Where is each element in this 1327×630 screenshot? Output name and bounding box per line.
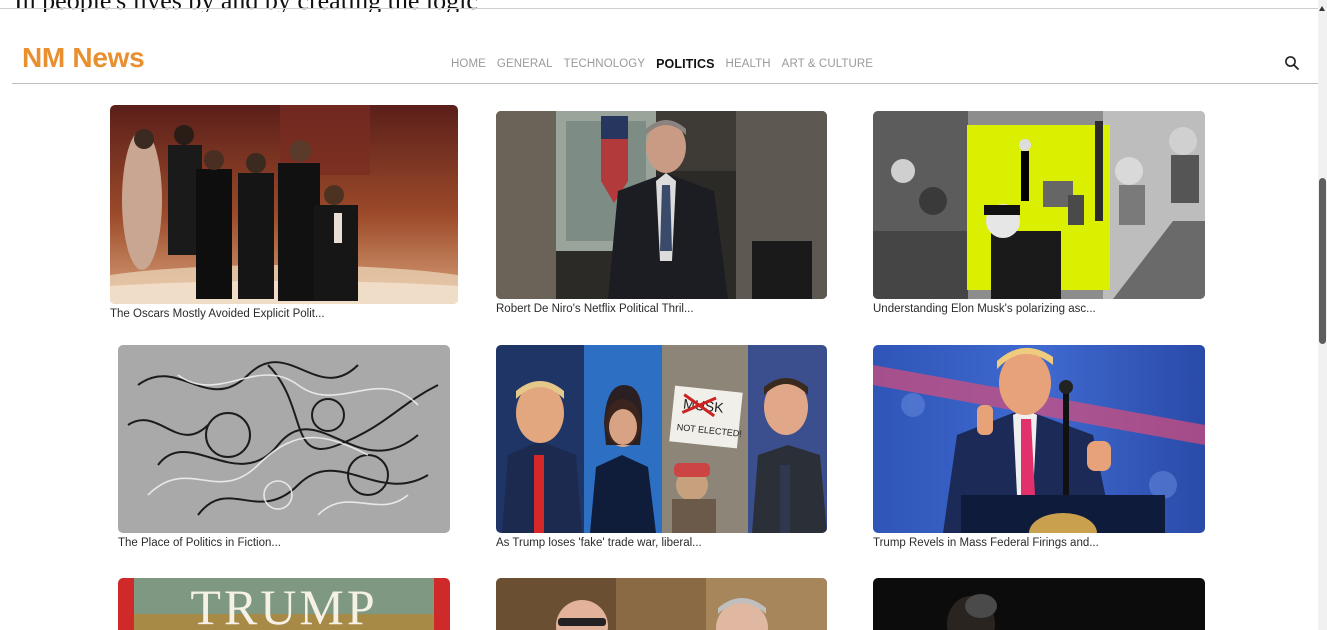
nav-health[interactable]: HEALTH	[726, 58, 771, 71]
article-thumbnail[interactable]	[496, 578, 827, 630]
article-title[interactable]: Trump Revels in Mass Federal Firings and…	[873, 537, 1099, 549]
article-thumbnail[interactable]	[873, 578, 1205, 630]
nav-art-culture[interactable]: ART & CULTURE	[782, 58, 873, 71]
article-thumbnail[interactable]	[873, 345, 1205, 533]
nav-general[interactable]: GENERAL	[497, 58, 553, 71]
article-thumbnail[interactable]: TRUMP	[118, 578, 450, 630]
cut-off-page-text: In people's lives by and by creating the…	[14, 0, 1314, 12]
article-thumbnail[interactable]	[118, 345, 450, 533]
article-card-oscars[interactable]: The Oscars Mostly Avoided Explicit Polit…	[110, 105, 458, 320]
article-title[interactable]: As Trump loses 'fake' trade war, liberal…	[496, 537, 702, 549]
nav-home[interactable]: HOME	[451, 58, 486, 71]
main-nav: HOME GENERAL TECHNOLOGY POLITICS HEALTH …	[451, 57, 873, 71]
article-thumbnail[interactable]	[873, 111, 1205, 299]
site-logo[interactable]: NM News	[22, 42, 145, 74]
article-thumbnail[interactable]: MUSK NOT ELECTED!	[496, 345, 827, 533]
nav-technology[interactable]: TECHNOLOGY	[564, 58, 646, 71]
nav-politics[interactable]: POLITICS	[656, 57, 714, 71]
page-scrollbar[interactable]	[1318, 0, 1327, 630]
article-thumbnail[interactable]	[496, 111, 827, 299]
header-divider	[12, 83, 1318, 84]
book-cover-title: TRUMP	[190, 579, 377, 630]
article-card-fiction[interactable]: The Place of Politics in Fiction...	[118, 345, 451, 553]
article-card-federal-firings[interactable]: Trump Revels in Mass Federal Firings and…	[873, 345, 1206, 553]
scrollbar-thumb[interactable]	[1319, 178, 1326, 344]
search-icon[interactable]	[1284, 55, 1300, 71]
article-card-starmer[interactable]	[496, 578, 827, 630]
site-header: NM News HOME GENERAL TECHNOLOGY POLITICS…	[0, 38, 1318, 84]
article-title[interactable]: Robert De Niro's Netflix Political Thril…	[496, 303, 694, 315]
scroll-up-arrow-icon[interactable]	[1319, 6, 1325, 11]
article-card-de-niro[interactable]: Robert De Niro's Netflix Political Thril…	[496, 111, 828, 320]
article-card-trump-book[interactable]: TRUMP	[118, 578, 450, 630]
article-thumbnail[interactable]	[110, 105, 458, 304]
article-card-trade-war[interactable]: MUSK NOT ELECTED! As Trump loses 'fake' …	[496, 345, 828, 553]
article-card-musk[interactable]: Understanding Elon Musk's polarizing asc…	[873, 111, 1206, 320]
article-title[interactable]: The Place of Politics in Fiction...	[118, 537, 281, 549]
top-divider	[0, 8, 1318, 9]
article-card-dark[interactable]	[873, 578, 1205, 630]
article-title[interactable]: Understanding Elon Musk's polarizing asc…	[873, 303, 1096, 315]
article-title[interactable]: The Oscars Mostly Avoided Explicit Polit…	[110, 308, 325, 320]
